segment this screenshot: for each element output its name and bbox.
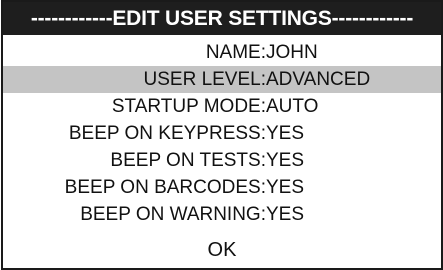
setting-label: NAME: [205, 42, 266, 63]
setting-label: STARTUP MODE: [111, 96, 266, 117]
screen-title: ------------EDIT USER SETTINGS----------… [3, 2, 441, 35]
setting-row-user-level[interactable]: USER LEVEL: ADVANCED [3, 66, 441, 93]
setting-value: AUTO [266, 96, 319, 117]
setting-label: BEEP ON WARNING: [80, 204, 266, 225]
setting-label: USER LEVEL: [143, 69, 267, 90]
setting-value: YES [266, 177, 305, 198]
setting-value: ADVANCED [266, 69, 371, 90]
setting-value: YES [266, 123, 305, 144]
setting-row-startup-mode[interactable]: STARTUP MODE: AUTO [3, 93, 441, 120]
ok-button[interactable]: OK [3, 235, 441, 265]
setting-row-beep-on-warning[interactable]: BEEP ON WARNING: YES [3, 201, 441, 228]
setting-label: BEEP ON BARCODES: [64, 177, 266, 198]
setting-row-beep-on-barcodes[interactable]: BEEP ON BARCODES: YES [3, 174, 441, 201]
setting-row-beep-on-tests[interactable]: BEEP ON TESTS: YES [3, 147, 441, 174]
edit-user-settings-screen: ------------EDIT USER SETTINGS----------… [1, 0, 443, 270]
setting-value: JOHN [266, 42, 318, 63]
setting-label: BEEP ON KEYPRESS: [68, 123, 266, 144]
setting-row-name[interactable]: NAME: JOHN [3, 39, 441, 66]
setting-value: YES [266, 204, 305, 225]
setting-label: BEEP ON TESTS: [110, 150, 266, 171]
setting-value: YES [266, 150, 305, 171]
setting-row-beep-on-keypress[interactable]: BEEP ON KEYPRESS: YES [3, 120, 441, 147]
